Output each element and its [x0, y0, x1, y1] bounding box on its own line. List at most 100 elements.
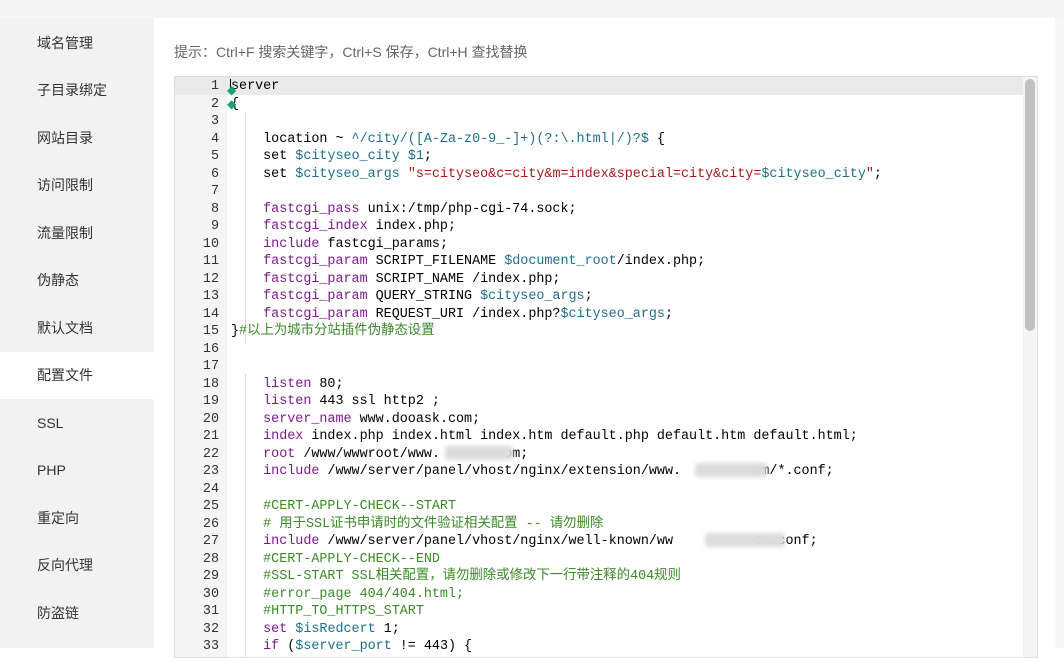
line-number: 23 — [202, 464, 219, 479]
code-line[interactable]: 30 #error_page 404/404.html; — [175, 586, 1025, 604]
line-text: #HTTP_TO_HTTPS_START — [231, 604, 424, 619]
code-line[interactable]: 20 server_name www.dooask.com; — [175, 411, 1025, 429]
code-line[interactable]: 22 root /www/wwwroot/www. om; — [175, 446, 1025, 464]
line-text: #SSL-START SSL相关配置，请勿删除或修改下一行带注释的404规则 — [231, 569, 681, 584]
line-number: 32 — [202, 621, 219, 637]
main-panel: 提示：Ctrl+F 搜索关键字，Ctrl+S 保存，Ctrl+H 查找替换 1s… — [154, 18, 1064, 658]
code-line[interactable]: 23 include /www/server/panel/vhost/nginx… — [175, 463, 1025, 481]
line-text: fastcgi_param SCRIPT_FILENAME $document_… — [231, 254, 706, 269]
line-text: listen 443 ssl http2 ; — [231, 394, 440, 409]
redacted-text — [445, 446, 513, 460]
sidebar-item-config-file[interactable]: 配置文件 — [0, 352, 154, 399]
line-text: set $cityseo_args "s=cityseo&c=city&m=in… — [231, 166, 882, 182]
code-line[interactable]: 31 #HTTP_TO_HTTPS_START — [175, 603, 1025, 621]
code-line[interactable]: 10 include fastcgi_params; — [175, 236, 1025, 254]
code-line[interactable]: 16 — [175, 341, 1025, 359]
line-text: #CERT-APPLY-CHECK--START — [231, 499, 456, 514]
code-line[interactable]: 15 }#以上为城市分站插件伪静态设置 — [175, 323, 1025, 341]
line-number: 28 — [202, 551, 219, 567]
code-line[interactable]: 19 listen 443 ssl http2 ; — [175, 393, 1025, 411]
code-line[interactable]: 12 fastcgi_param SCRIPT_NAME /index.php; — [175, 271, 1025, 289]
line-number: 16 — [202, 341, 219, 357]
line-text: server — [231, 79, 280, 94]
code-line[interactable]: 14 fastcgi_param REQUEST_URI /index.php?… — [175, 306, 1025, 324]
code-editor[interactable]: 1 server 2{3 4 location ~ ^/city/([A-Za-z0-… — [174, 76, 1038, 658]
line-text: index index.php index.html index.htm def… — [231, 429, 858, 444]
line-number: 14 — [202, 306, 219, 322]
line-number: 8 — [210, 201, 219, 217]
code-line[interactable]: 28 #CERT-APPLY-CHECK--END — [175, 551, 1025, 569]
sidebar-item-domain[interactable]: 域名管理 — [0, 20, 154, 67]
code-line[interactable]: 11 fastcgi_param SCRIPT_FILENAME $docume… — [175, 253, 1025, 271]
code-line[interactable]: 6 set $cityseo_args "s=cityseo&c=city&m=… — [175, 166, 1025, 184]
sidebar-item-default-doc[interactable]: 默认文档 — [0, 305, 154, 352]
line-number: 26 — [202, 516, 219, 532]
redacted-text — [705, 533, 785, 547]
code-line[interactable]: 33 if ($server_port != 443) { — [175, 638, 1025, 656]
sidebar-item-reverse-proxy[interactable]: 反向代理 — [0, 542, 154, 589]
code-line[interactable]: 17 — [175, 358, 1025, 376]
sidebar-item-rewrite[interactable]: 伪静态 — [0, 257, 154, 304]
line-text: # 用于SSL证书申请时的文件验证相关配置 -- 请勿删除 — [231, 516, 604, 532]
code-line[interactable]: 27 include /www/server/panel/vhost/nginx… — [175, 533, 1025, 551]
code-line[interactable]: 21 index index.php index.html index.htm … — [175, 428, 1025, 446]
line-text: #error_page 404/404.html; — [231, 586, 465, 602]
code-line[interactable]: 18 listen 80; — [175, 376, 1025, 394]
sidebar-item-hotlink-protection[interactable]: 防盗链 — [0, 590, 154, 637]
code-line[interactable]: 32 set $isRedcert 1; — [175, 621, 1025, 639]
code-line[interactable]: 24 — [175, 481, 1025, 499]
line-number: 12 — [202, 271, 219, 287]
line-number: 30 — [202, 586, 219, 602]
line-number: 33 — [202, 639, 219, 654]
code-line[interactable]: 7 — [175, 183, 1025, 201]
code-line[interactable]: 29 #SSL-START SSL相关配置，请勿删除或修改下一行带注释的404规… — [175, 568, 1025, 586]
line-text: location ~ ^/city/([A-Za-z0-9_-]+)(?:\.h… — [231, 131, 665, 147]
sidebar-item-traffic-limit[interactable]: 流量限制 — [0, 210, 154, 257]
code-line[interactable]: 5 set $cityseo_city $1; — [175, 148, 1025, 166]
sidebar-item-site-directory[interactable]: 网站目录 — [0, 115, 154, 162]
line-text: fastcgi_index index.php; — [231, 219, 457, 234]
code-line[interactable]: 3 — [175, 113, 1025, 131]
sidebar-item-subdir-binding[interactable]: 子目录绑定 — [0, 67, 154, 114]
sidebar-item-access-limit[interactable]: 访问限制 — [0, 162, 154, 209]
code-line[interactable]: 1 server — [175, 78, 1025, 96]
line-text: fastcgi_param QUERY_STRING $cityseo_args… — [231, 289, 593, 304]
line-number: 1 — [210, 79, 219, 94]
sidebar-item-php[interactable]: PHP — [0, 447, 154, 494]
sidebar-item-ssl[interactable]: SSL — [0, 400, 154, 447]
sidebar: 域名管理 子目录绑定 网站目录 访问限制 流量限制 伪静态 默认文档 配置文件 … — [0, 18, 154, 648]
line-text: #CERT-APPLY-CHECK--END — [231, 551, 440, 567]
code-line[interactable]: 25 #CERT-APPLY-CHECK--START — [175, 498, 1025, 516]
line-number: 19 — [202, 394, 219, 409]
line-text: listen 80; — [231, 376, 344, 392]
line-text: fastcgi_param SCRIPT_NAME /index.php; — [231, 271, 561, 287]
line-number: 15 — [202, 324, 219, 339]
sidebar-item-redirect[interactable]: 重定向 — [0, 495, 154, 542]
bracket-match-marker: ◆ — [227, 97, 237, 111]
code-line[interactable]: 4 location ~ ^/city/([A-Za-z0-9_-]+)(?:\… — [175, 131, 1025, 149]
line-text: if ($server_port != 443) { — [231, 639, 473, 654]
line-number: 29 — [202, 569, 219, 584]
line-number: 24 — [202, 481, 219, 497]
editor-scrollbar[interactable] — [1023, 77, 1037, 657]
line-number: 25 — [202, 499, 219, 514]
line-number: 2 — [210, 96, 219, 112]
code-line[interactable]: 9 fastcgi_index index.php; — [175, 218, 1025, 236]
line-number: 11 — [202, 254, 219, 269]
code-line[interactable]: 8 fastcgi_pass unix:/tmp/php-cgi-74.sock… — [175, 201, 1025, 219]
editor-scrollbar-thumb[interactable] — [1025, 79, 1035, 331]
line-number: 27 — [202, 534, 219, 549]
line-text: include fastcgi_params; — [231, 236, 448, 252]
line-number: 17 — [202, 359, 219, 374]
line-number: 21 — [202, 429, 219, 444]
code-line[interactable]: 26 # 用于SSL证书申请时的文件验证相关配置 -- 请勿删除 — [175, 516, 1025, 534]
line-number: 13 — [202, 289, 219, 304]
page-scrollbar[interactable] — [1055, 18, 1064, 648]
line-number: 4 — [210, 131, 219, 147]
top-strip — [0, 0, 1064, 18]
line-number: 10 — [202, 236, 219, 252]
code-line[interactable]: 13 fastcgi_param QUERY_STRING $cityseo_a… — [175, 288, 1025, 306]
line-number: 5 — [210, 149, 219, 164]
code-line[interactable]: 2{ — [175, 96, 1025, 114]
line-text: }#以上为城市分站插件伪静态设置 — [231, 324, 435, 339]
